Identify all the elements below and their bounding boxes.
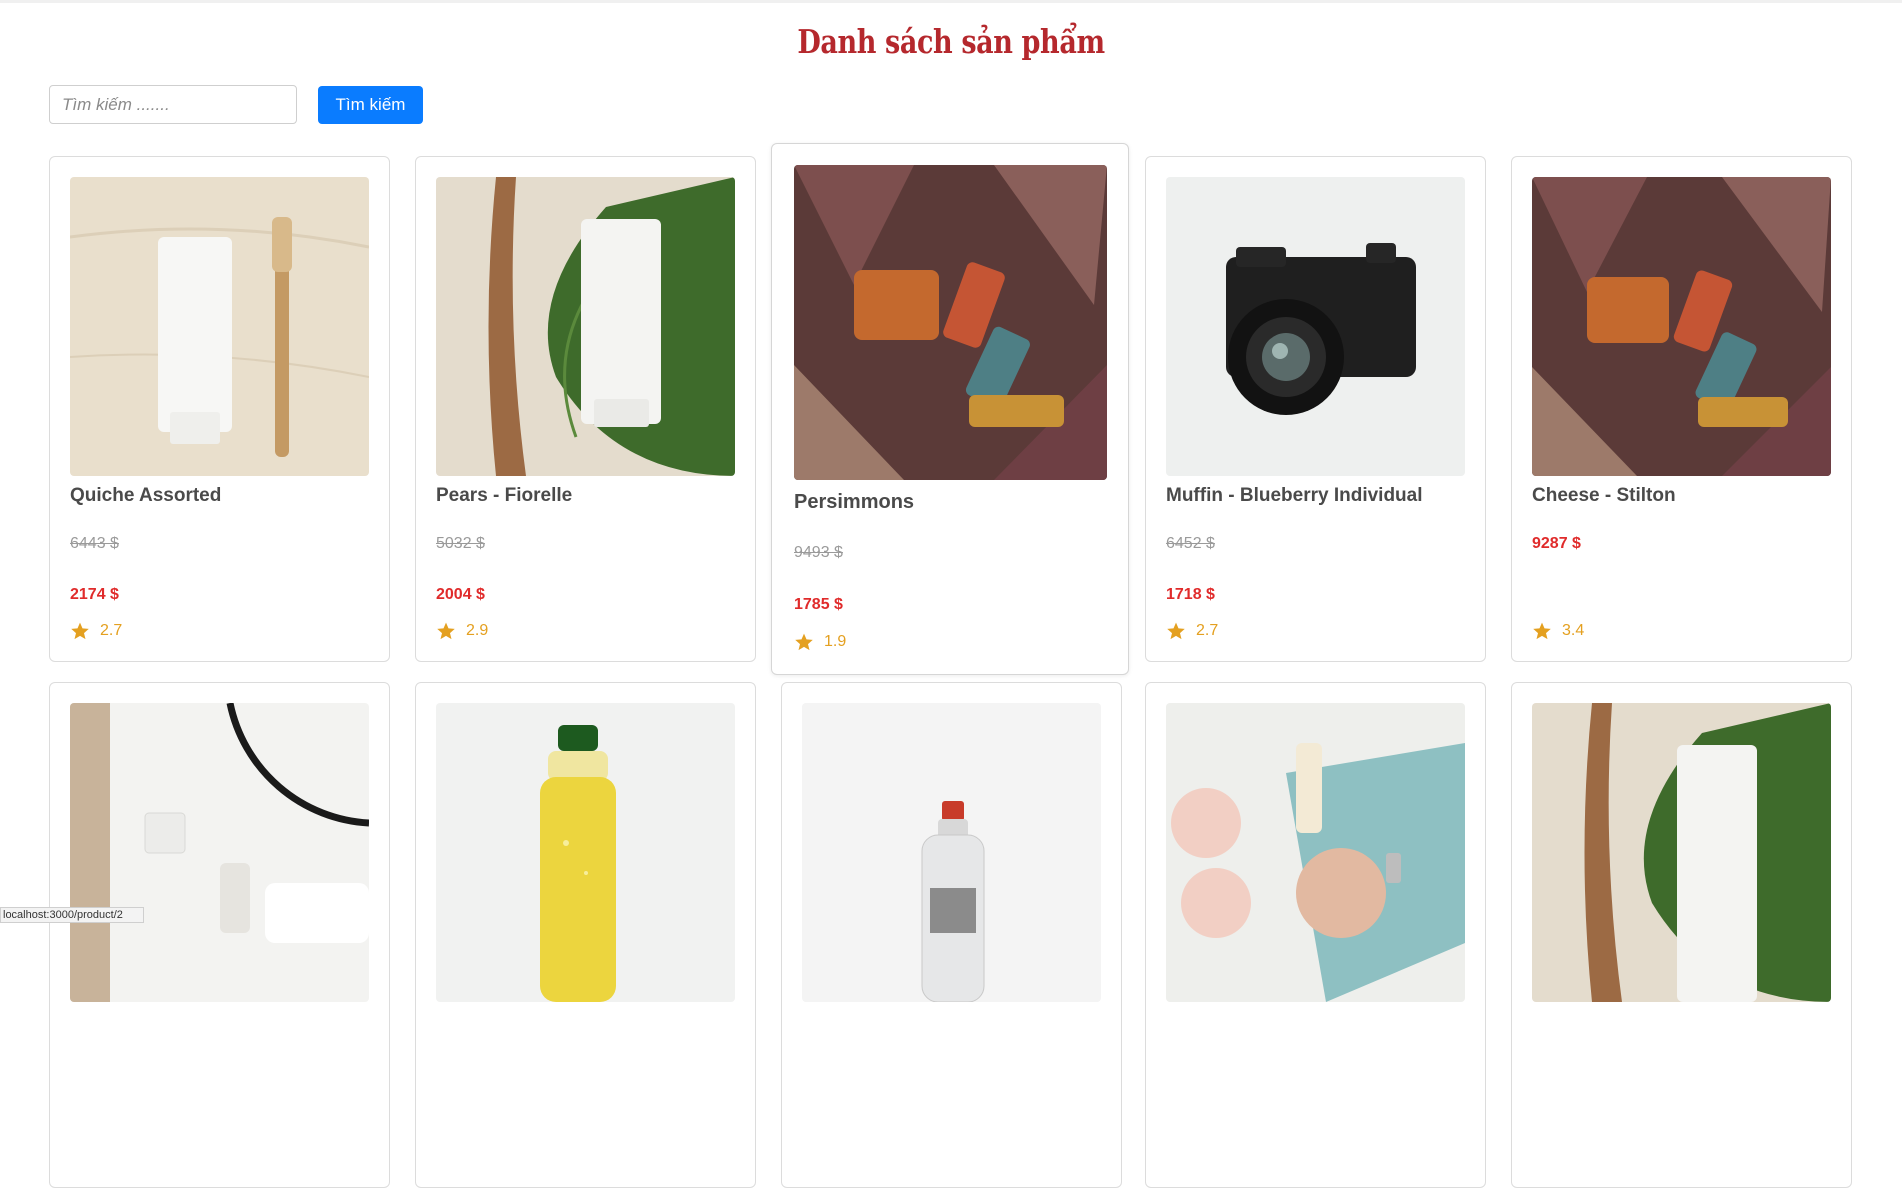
product-rating: 2.7	[70, 621, 122, 641]
product-name[interactable]: Muffin - Blueberry Individual	[1166, 485, 1423, 507]
product-rating: 2.9	[436, 621, 488, 641]
product-image[interactable]	[802, 703, 1101, 1002]
product-card[interactable]	[1145, 682, 1486, 1188]
product-rating: 1.9	[794, 632, 846, 652]
star-icon	[1533, 622, 1551, 640]
rating-value: 3.4	[1562, 622, 1585, 639]
product-price: 2004 $	[436, 586, 485, 603]
product-image[interactable]	[1532, 177, 1831, 476]
product-image[interactable]	[70, 703, 369, 1002]
product-price: 2174 $	[70, 586, 119, 603]
product-image[interactable]	[1532, 703, 1831, 1002]
product-rating: 3.4	[1532, 621, 1584, 641]
product-image[interactable]	[794, 165, 1107, 480]
product-image[interactable]	[1166, 703, 1465, 1002]
product-image[interactable]	[1166, 177, 1465, 476]
product-name[interactable]: Pears - Fiorelle	[436, 485, 572, 507]
product-name[interactable]: Persimmons	[794, 491, 914, 514]
product-card[interactable]	[1511, 682, 1852, 1188]
page-title: Danh sách sản phẩm	[797, 22, 1105, 61]
product-old-price: 6443 $	[70, 535, 119, 552]
product-card[interactable]: Quiche Assorted 6443 $ 2174 $ 2.7	[49, 156, 390, 662]
star-icon	[437, 622, 455, 640]
product-price: 9287 $	[1532, 535, 1581, 552]
product-image[interactable]	[436, 177, 735, 476]
product-card[interactable]	[781, 682, 1122, 1188]
star-icon	[795, 633, 813, 651]
star-icon	[71, 622, 89, 640]
star-icon	[1167, 622, 1185, 640]
product-card[interactable]	[415, 682, 756, 1188]
product-price: 1785 $	[794, 596, 843, 613]
product-price: 1718 $	[1166, 586, 1215, 603]
product-image[interactable]	[436, 703, 735, 1002]
top-border	[0, 0, 1902, 3]
rating-value: 1.9	[824, 633, 847, 650]
product-card[interactable]: Persimmons 9493 $ 1785 $ 1.9	[771, 143, 1129, 675]
rating-value: 2.7	[1196, 622, 1219, 639]
product-old-price: 6452 $	[1166, 535, 1215, 552]
product-image[interactable]	[70, 177, 369, 476]
rating-value: 2.9	[466, 622, 489, 639]
search-input[interactable]	[49, 85, 297, 124]
product-name[interactable]: Quiche Assorted	[70, 485, 221, 507]
product-card[interactable]: Muffin - Blueberry Individual 6452 $ 171…	[1145, 156, 1486, 662]
product-rating: 2.7	[1166, 621, 1218, 641]
product-card[interactable]	[49, 682, 390, 1188]
search-button[interactable]: Tìm kiếm	[318, 86, 423, 124]
rating-value: 2.7	[100, 622, 123, 639]
product-name[interactable]: Cheese - Stilton	[1532, 485, 1676, 507]
status-bar-url: localhost:3000/product/2	[0, 907, 144, 923]
product-old-price: 9493 $	[794, 544, 843, 561]
product-card[interactable]: Cheese - Stilton 9287 $ 3.4	[1511, 156, 1852, 662]
product-card[interactable]: Pears - Fiorelle 5032 $ 2004 $ 2.9	[415, 156, 756, 662]
product-old-price: 5032 $	[436, 535, 485, 552]
